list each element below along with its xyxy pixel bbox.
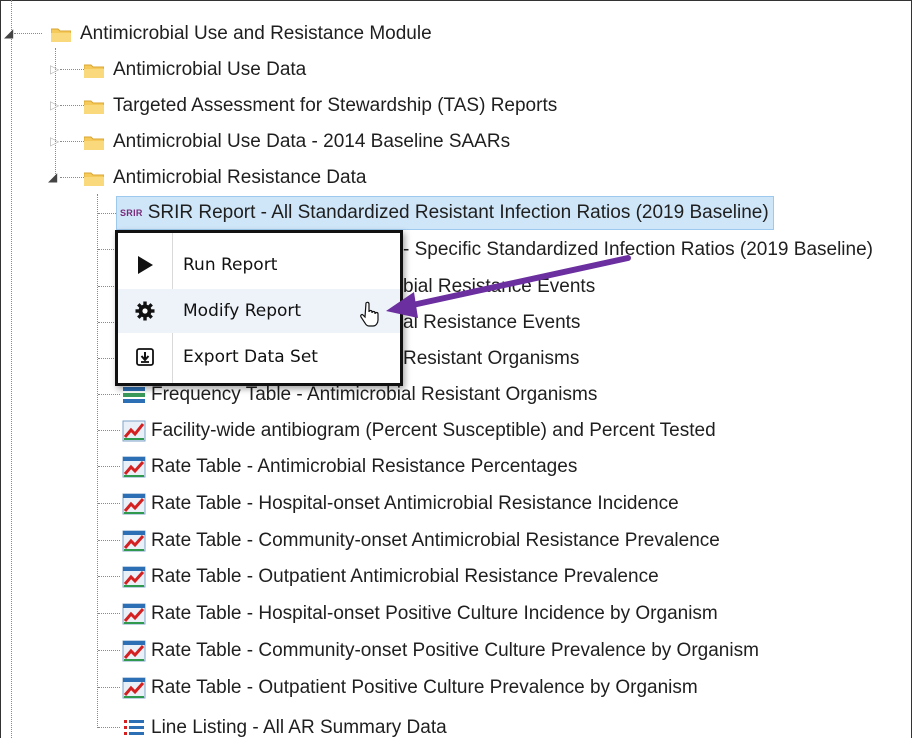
hand-cursor-icon: [360, 301, 379, 327]
annotation-arrow: [386, 255, 631, 318]
